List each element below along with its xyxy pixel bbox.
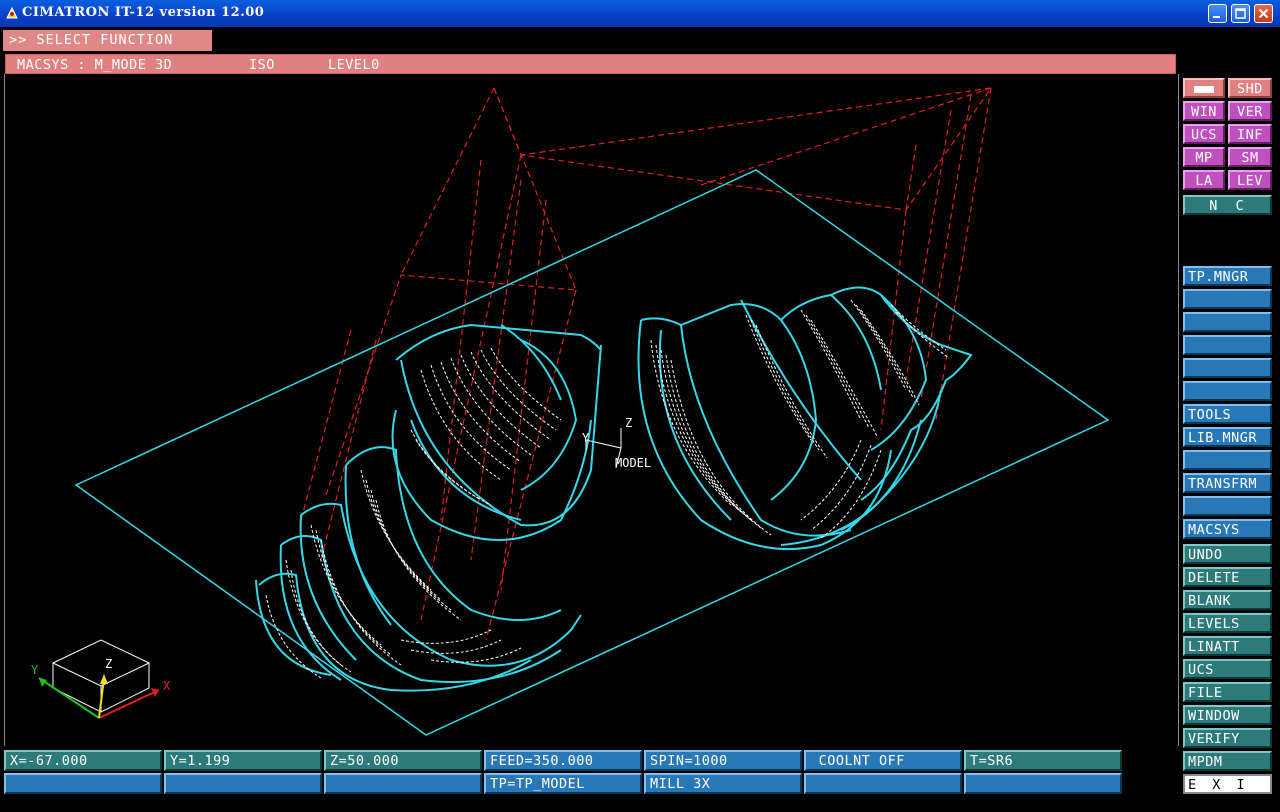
blank-slot-button-4[interactable]	[1183, 358, 1272, 378]
shd-button[interactable]: SHD	[1228, 78, 1272, 98]
mpdm-button[interactable]: MPDM	[1183, 751, 1272, 771]
ucs-toggle-button[interactable]: UCS	[1183, 124, 1225, 144]
sm-button[interactable]: SM	[1228, 147, 1272, 167]
triad-y-label: Y	[31, 663, 39, 677]
ucs-button[interactable]: UCS	[1183, 659, 1272, 679]
spin-value: SPIN=1000	[644, 750, 802, 771]
delete-button[interactable]: DELETE	[1183, 567, 1272, 587]
minimize-icon	[1213, 16, 1220, 18]
la-button[interactable]: LA	[1183, 170, 1225, 190]
bottom-status-bar: X=-67.000 Y=1.199 Z=50.000 FEED=350.000 …	[0, 748, 1180, 800]
macsys-mode-text: MACSYS : M_MODE 3D	[17, 57, 173, 73]
linatt-button[interactable]: LINATT	[1183, 636, 1272, 656]
undo-button[interactable]: UNDO	[1183, 544, 1272, 564]
level-text: LEVEL0	[328, 57, 380, 73]
levels-button[interactable]: LEVELS	[1183, 613, 1272, 633]
blank-slot-button-3[interactable]	[1183, 335, 1272, 355]
bottom-empty-cell-2	[164, 773, 322, 794]
verify-button[interactable]: VERIFY	[1183, 728, 1272, 748]
toolpath-name: TP=TP_MODEL	[484, 773, 642, 794]
toolpath-passes	[265, 299, 950, 679]
inf-button[interactable]: INF	[1228, 124, 1272, 144]
ver-button[interactable]: VER	[1228, 101, 1272, 121]
stock-wireframe	[300, 87, 993, 641]
model-wireframe: Y Z MODEL X Y Z	[31, 87, 1110, 736]
orientation-triad	[38, 639, 160, 719]
z-coordinate: Z=50.000	[324, 750, 482, 771]
graphics-viewport[interactable]: Y Z MODEL X Y Z	[4, 74, 1179, 746]
function-prompt: >> SELECT FUNCTION	[3, 30, 212, 51]
maximize-icon	[1235, 8, 1246, 19]
blank-button[interactable]: BLANK	[1183, 590, 1272, 610]
white-swatch-icon	[1194, 85, 1214, 93]
color-swatch-button[interactable]	[1183, 78, 1225, 98]
mp-button[interactable]: MP	[1183, 147, 1225, 167]
blank-slot-button-7[interactable]	[1183, 496, 1272, 516]
triad-z-label: Z	[105, 657, 112, 671]
mode-status-line: MACSYS : M_MODE 3D ISO LEVEL0	[5, 54, 1176, 74]
close-icon	[1258, 8, 1269, 19]
feed-value: FEED=350.000	[484, 750, 642, 771]
x-coordinate: X=-67.000	[4, 750, 162, 771]
coolant-status: COOLNT OFF	[804, 750, 962, 771]
file-button[interactable]: FILE	[1183, 682, 1272, 702]
procedure-type: MILL 3X	[644, 773, 802, 794]
exit-button[interactable]: E X I T	[1183, 774, 1272, 811]
win-button[interactable]: WIN	[1183, 101, 1225, 121]
bottom-empty-cell-1	[4, 773, 162, 794]
model-axis-z-label: Z	[625, 416, 632, 430]
maximize-button[interactable]	[1231, 4, 1250, 23]
lev-button[interactable]: LEV	[1228, 170, 1272, 190]
transfrm-button[interactable]: TRANSFRM	[1183, 473, 1272, 493]
close-button[interactable]	[1254, 4, 1273, 23]
macsys-button[interactable]: MACSYS	[1183, 519, 1272, 539]
blank-slot-button-6[interactable]	[1183, 450, 1272, 470]
nc-button[interactable]: N C	[1183, 195, 1272, 215]
blank-slot-button-5[interactable]	[1183, 381, 1272, 401]
blank-slot-button-2[interactable]	[1183, 312, 1272, 332]
bottom-empty-cell-3	[324, 773, 482, 794]
right-function-panel: SHD WIN VER UCS INF MP SM LA LEV N C TP.…	[1180, 74, 1280, 811]
window-titlebar: CIMATRON IT-12 version 12.00	[0, 0, 1280, 27]
triad-x-label: X	[163, 679, 171, 693]
y-coordinate: Y=1.199	[164, 750, 322, 771]
lib-mngr-button[interactable]: LIB.MNGR	[1183, 427, 1272, 447]
tools-button[interactable]: TOOLS	[1183, 404, 1272, 424]
cimatron-app-icon	[6, 6, 18, 19]
window-title: CIMATRON IT-12 version 12.00	[22, 5, 265, 20]
model-axis-y-label: Y	[582, 431, 590, 445]
bottom-empty-cell-5	[964, 773, 1122, 794]
window-button[interactable]: WINDOW	[1183, 705, 1272, 725]
minimize-button[interactable]	[1208, 4, 1227, 23]
view-mode-text: ISO	[249, 57, 275, 73]
blank-slot-button-1[interactable]	[1183, 289, 1272, 309]
bottom-empty-cell-4	[804, 773, 962, 794]
model-origin-label: MODEL	[615, 456, 651, 470]
tp-mngr-button[interactable]: TP.MNGR	[1183, 266, 1272, 286]
tool-value: T=SR6	[964, 750, 1122, 771]
